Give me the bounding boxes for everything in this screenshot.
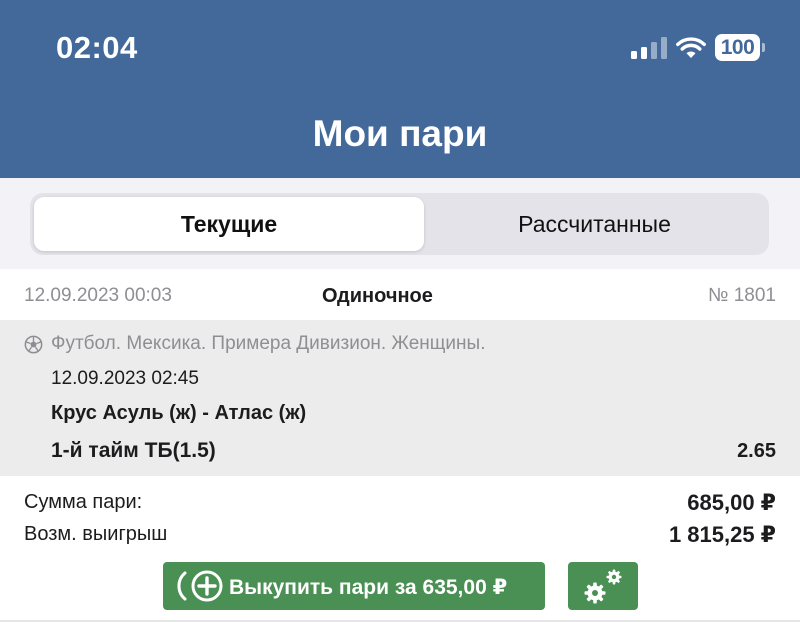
event-datetime: 12.09.2023 02:45	[51, 368, 199, 389]
payout-label: Возм. выигрыш	[24, 523, 168, 545]
soccer-ball-icon	[24, 335, 43, 354]
cellular-signal-icon	[631, 37, 667, 59]
cashout-button[interactable]: Выкупить пари за 635,00 ₽	[163, 562, 545, 610]
tab-settled[interactable]: Рассчитанные	[424, 197, 765, 251]
event-odds: 2.65	[737, 440, 776, 462]
event-market: 1-й тайм ТБ(1.5)	[51, 439, 216, 462]
page-title: Мои пари	[312, 113, 488, 154]
bet-card-header[interactable]: 12.09.2023 00:03 Одиночное № 1801	[0, 269, 800, 320]
tabs-area: Текущие Рассчитанные	[0, 178, 800, 269]
cashout-plus-icon	[177, 570, 223, 602]
status-time: 02:04	[56, 30, 138, 65]
event-teams: Крус Асуль (ж) - Атлас (ж)	[51, 402, 307, 424]
cashout-label: Выкупить пари за 635,00 ₽	[229, 576, 508, 599]
battery-icon: 100	[715, 34, 765, 61]
event-league: Футбол. Мексика. Примера Дивизион. Женщи…	[51, 333, 486, 354]
gears-icon	[584, 569, 622, 604]
cashout-settings-button[interactable]	[568, 562, 638, 610]
segmented-control: Текущие Рассчитанные	[30, 193, 769, 255]
battery-level: 100	[715, 34, 760, 61]
wifi-icon	[676, 37, 706, 58]
bet-summary: Сумма пари: 685,00 ₽ Возм. выигрыш 1 815…	[0, 476, 800, 622]
header: 02:04 100 Мои пари	[0, 0, 800, 178]
payout-value: 1 815,25 ₽	[668, 522, 776, 547]
bet-datetime: 12.09.2023 00:03	[24, 285, 172, 306]
tab-current[interactable]: Текущие	[34, 197, 424, 251]
bet-event[interactable]: Футбол. Мексика. Примера Дивизион. Женщи…	[0, 320, 800, 476]
bet-number: № 1801	[708, 285, 776, 306]
bet-type: Одиночное	[322, 285, 433, 307]
stake-value: 685,00 ₽	[687, 490, 776, 515]
stake-label: Сумма пари:	[24, 491, 143, 513]
